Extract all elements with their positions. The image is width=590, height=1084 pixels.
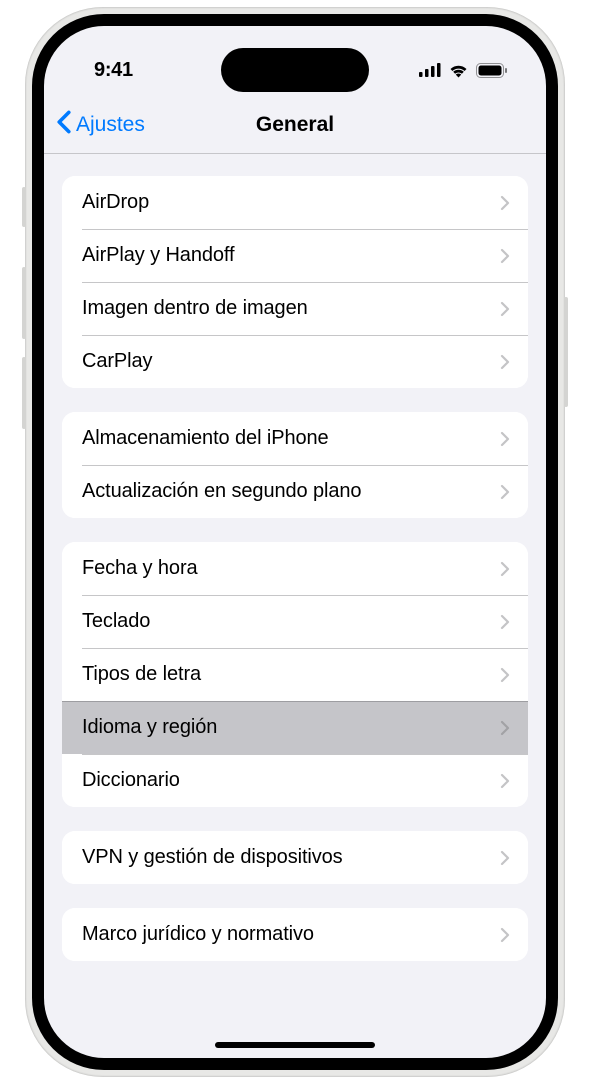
back-label: Ajustes [76,113,145,137]
settings-row-legal[interactable]: Marco jurídico y normativo [62,908,528,961]
settings-group: VPN y gestión de dispositivos [62,831,528,884]
chevron-right-icon [500,301,510,317]
screen: 9:41 [44,26,546,1058]
chevron-right-icon [500,773,510,789]
wifi-icon [448,63,469,78]
chevron-right-icon [500,667,510,683]
chevron-right-icon [500,850,510,866]
row-label: Almacenamiento del iPhone [82,427,329,450]
chevron-right-icon [500,195,510,211]
status-time: 9:41 [94,59,133,82]
settings-row-dictionary[interactable]: Diccionario [62,754,528,807]
settings-row-storage[interactable]: Almacenamiento del iPhone [62,412,528,465]
row-label: Imagen dentro de imagen [82,297,308,320]
settings-row-fonts[interactable]: Tipos de letra [62,648,528,701]
chevron-right-icon [500,927,510,943]
silence-switch [22,187,26,227]
row-label: Tipos de letra [82,663,201,686]
chevron-left-icon [56,110,72,140]
settings-row-language-region[interactable]: Idioma y región [62,701,528,754]
row-label: Teclado [82,610,150,633]
settings-row-airplay-handoff[interactable]: AirPlay y Handoff [62,229,528,282]
chevron-right-icon [500,484,510,500]
volume-down-button [22,357,26,429]
chevron-right-icon [500,431,510,447]
row-label: Idioma y región [82,716,217,739]
settings-row-date-time[interactable]: Fecha y hora [62,542,528,595]
chevron-right-icon [500,720,510,736]
settings-group: AirDrop AirPlay y Handoff Imagen dentro de… [62,176,528,388]
chevron-right-icon [500,248,510,264]
settings-row-carplay[interactable]: CarPlay [62,335,528,388]
dynamic-island [221,48,369,92]
settings-row-vpn[interactable]: VPN y gestión de dispositivos [62,831,528,884]
settings-row-keyboard[interactable]: Teclado [62,595,528,648]
navigation-bar: Ajustes General [44,96,546,154]
row-label: Diccionario [82,769,180,792]
row-label: Marco jurídico y normativo [82,923,314,946]
settings-group: Marco jurídico y normativo [62,908,528,961]
volume-up-button [22,267,26,339]
back-button[interactable]: Ajustes [56,110,145,140]
settings-group: Fecha y hora Teclado Tipos de letra Idioma … [62,542,528,807]
chevron-right-icon [500,614,510,630]
row-label: CarPlay [82,350,152,373]
row-label: AirDrop [82,191,149,214]
settings-row-background-refresh[interactable]: Actualización en segundo plano [62,465,528,518]
battery-icon [476,63,508,78]
row-label: Actualización en segundo plano [82,480,361,503]
settings-group: Almacenamiento del iPhone Actualización e… [62,412,528,518]
row-label: AirPlay y Handoff [82,244,234,267]
power-button [564,297,568,407]
chevron-right-icon [500,561,510,577]
cellular-signal-icon [419,63,441,77]
settings-row-pip[interactable]: Imagen dentro de imagen [62,282,528,335]
home-indicator[interactable] [215,1042,375,1048]
settings-row-airdrop[interactable]: AirDrop [62,176,528,229]
row-label: VPN y gestión de dispositivos [82,846,343,869]
row-label: Fecha y hora [82,557,198,580]
iphone-device-frame: 9:41 [25,7,565,1077]
settings-content[interactable]: AirDrop AirPlay y Handoff Imagen dentro de… [44,154,546,1058]
chevron-right-icon [500,354,510,370]
